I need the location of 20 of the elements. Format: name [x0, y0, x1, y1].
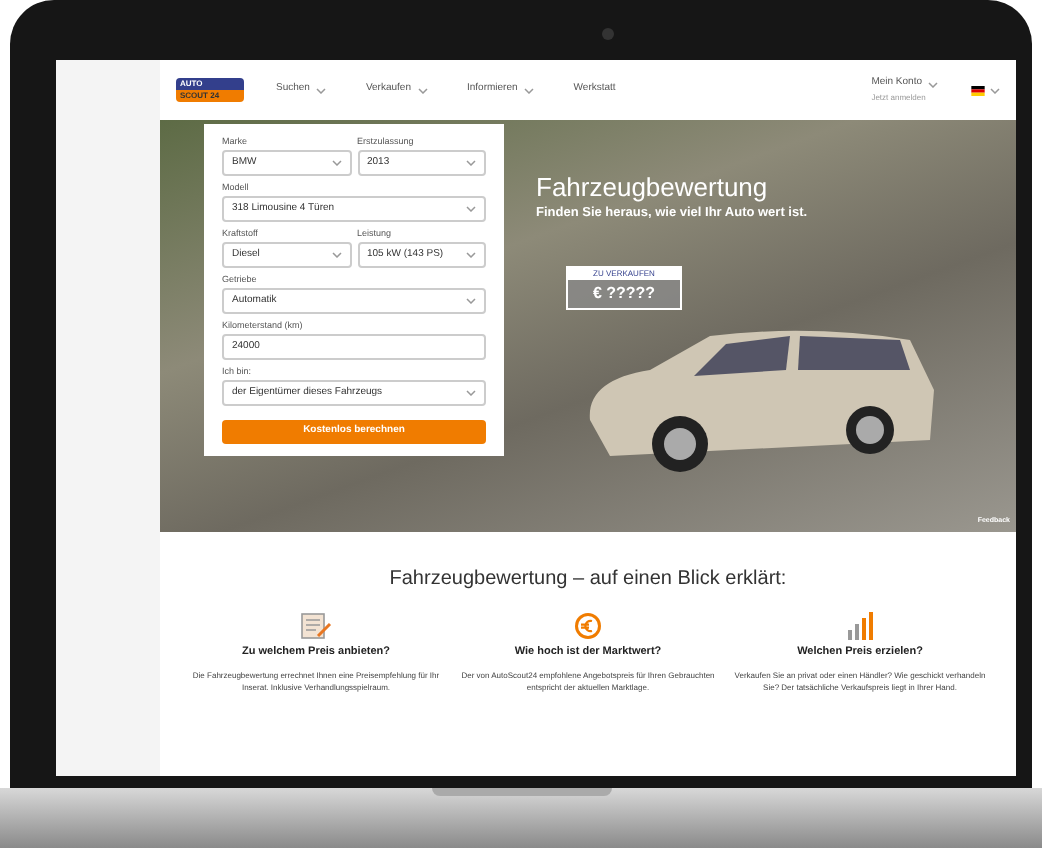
chevron-icon [417, 87, 427, 93]
flag-icon[interactable] [970, 85, 986, 95]
chevron-icon [466, 206, 476, 212]
chevron-icon [315, 87, 326, 93]
chevron-icon [990, 87, 1000, 93]
chevron-icon [466, 390, 476, 396]
camera-icon [602, 28, 614, 40]
chevron-icon [928, 81, 938, 87]
euro-coin-icon [574, 612, 602, 640]
section-heading: Fahrzeugbewertung – auf einen Blick erklärt: [389, 566, 787, 594]
chevron-icon [523, 87, 534, 93]
chevron-icon [331, 160, 341, 166]
chevron-icon [466, 298, 476, 304]
bar-chart-icon [846, 612, 874, 640]
price-tag-value: € ????? [568, 280, 680, 308]
document-pen-icon [300, 612, 332, 640]
hero-title: Fahrzeugbewertung [536, 172, 770, 204]
chevron-icon [331, 252, 341, 258]
chevron-icon [466, 252, 476, 258]
chevron-icon [466, 160, 476, 166]
